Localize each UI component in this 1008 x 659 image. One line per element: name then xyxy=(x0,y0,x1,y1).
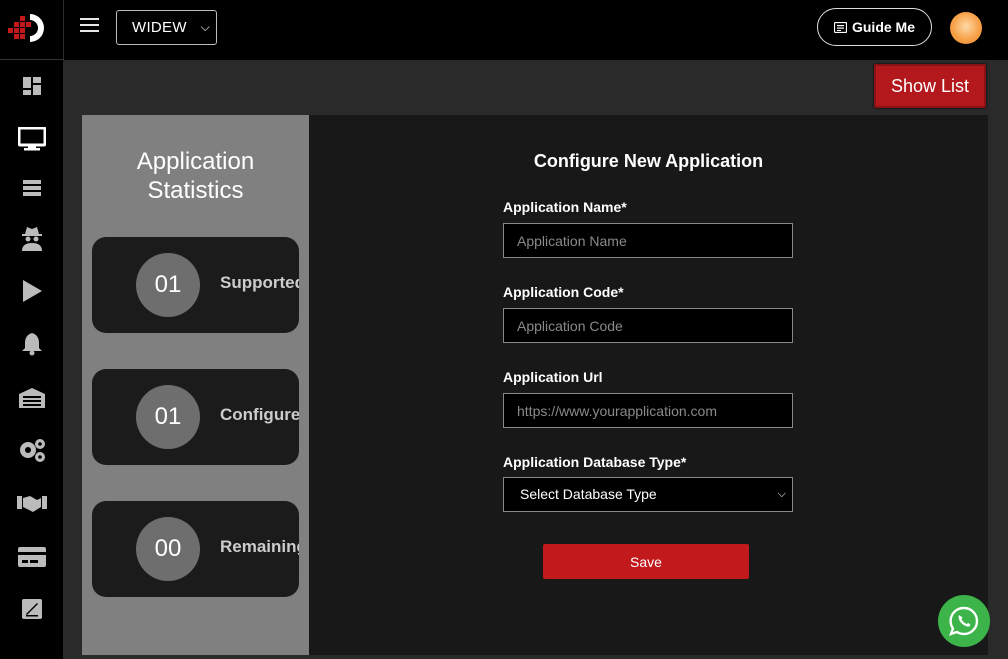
stat-card-configured: 01 Configured xyxy=(92,369,299,465)
sidebar xyxy=(0,0,64,659)
gears-icon xyxy=(20,439,45,462)
database-type-value: Select Database Type xyxy=(520,486,657,502)
bell-icon xyxy=(22,333,42,356)
application-code-label: Application Code* xyxy=(503,284,624,300)
stat-value: 01 xyxy=(136,253,200,317)
stat-card-remaining: 00 Remaining xyxy=(92,501,299,597)
signature-icon xyxy=(22,599,42,619)
monitor-icon xyxy=(18,127,46,151)
stat-value: 01 xyxy=(136,385,200,449)
sidebar-item-run[interactable] xyxy=(16,275,48,307)
application-name-input[interactable] xyxy=(503,223,793,258)
menu-toggle-icon[interactable] xyxy=(80,18,100,34)
sidebar-item-dashboard[interactable] xyxy=(16,70,48,102)
top-bar: WIDEW ⌵ Guide Me xyxy=(64,0,1008,60)
spy-icon xyxy=(22,227,42,251)
sidebar-item-agents[interactable] xyxy=(16,222,48,254)
stat-value: 00 xyxy=(136,517,200,581)
show-list-button[interactable]: Show List xyxy=(874,64,986,108)
application-url-label: Application Url xyxy=(503,369,603,385)
chevron-down-icon: ⌵ xyxy=(200,20,210,34)
chevron-down-icon: ⌵ xyxy=(777,488,786,500)
guide-book-icon xyxy=(833,21,847,33)
avatar[interactable] xyxy=(950,12,982,44)
server-icon xyxy=(23,180,41,196)
dashboard-icon xyxy=(23,77,41,95)
sidebar-item-partners[interactable] xyxy=(16,487,48,519)
credit-card-icon xyxy=(18,547,46,567)
sidebar-item-applications[interactable] xyxy=(16,123,48,155)
sidebar-item-notifications[interactable] xyxy=(16,328,48,360)
brand-logo-icon[interactable] xyxy=(0,0,64,60)
main-content: Show List Application Statistics 01 Supp… xyxy=(64,60,1008,659)
stats-title-line1: Application xyxy=(136,148,255,175)
stat-label: Supported xyxy=(220,273,299,292)
stat-label: Configured xyxy=(220,405,299,424)
application-name-label: Application Name* xyxy=(503,199,627,215)
form-title: Configure New Application xyxy=(533,151,764,171)
play-icon xyxy=(23,280,42,302)
sidebar-item-warehouse[interactable] xyxy=(16,382,48,414)
guide-me-label: Guide Me xyxy=(851,19,915,35)
database-type-select[interactable]: Select Database Type ⌵ xyxy=(503,477,793,512)
org-select-value: WIDEW xyxy=(132,19,187,36)
sidebar-item-settings[interactable] xyxy=(16,434,48,466)
stat-card-supported: 01 Supported xyxy=(92,237,299,333)
whatsapp-icon xyxy=(949,606,979,636)
application-url-input[interactable] xyxy=(503,393,793,428)
sidebar-item-database[interactable] xyxy=(16,172,48,204)
sidebar-item-billing[interactable] xyxy=(16,541,48,573)
save-button[interactable]: Save xyxy=(543,544,749,579)
whatsapp-chat-button[interactable] xyxy=(938,595,990,647)
org-select[interactable]: WIDEW ⌵ xyxy=(116,10,217,45)
application-code-input[interactable] xyxy=(503,308,793,343)
guide-me-button[interactable]: Guide Me xyxy=(817,8,932,46)
sidebar-item-reports[interactable] xyxy=(16,593,48,625)
stat-label: Remaining xyxy=(220,537,299,556)
database-type-label: Application Database Type* xyxy=(503,454,687,470)
application-panel: Application Statistics 01 Supported 01 C… xyxy=(82,115,988,655)
application-statistics: Application Statistics 01 Supported 01 C… xyxy=(82,115,309,655)
handshake-icon xyxy=(17,496,47,512)
stats-title: Application Statistics xyxy=(82,147,309,205)
stats-title-line2: Statistics xyxy=(147,177,244,204)
warehouse-icon xyxy=(19,388,45,408)
